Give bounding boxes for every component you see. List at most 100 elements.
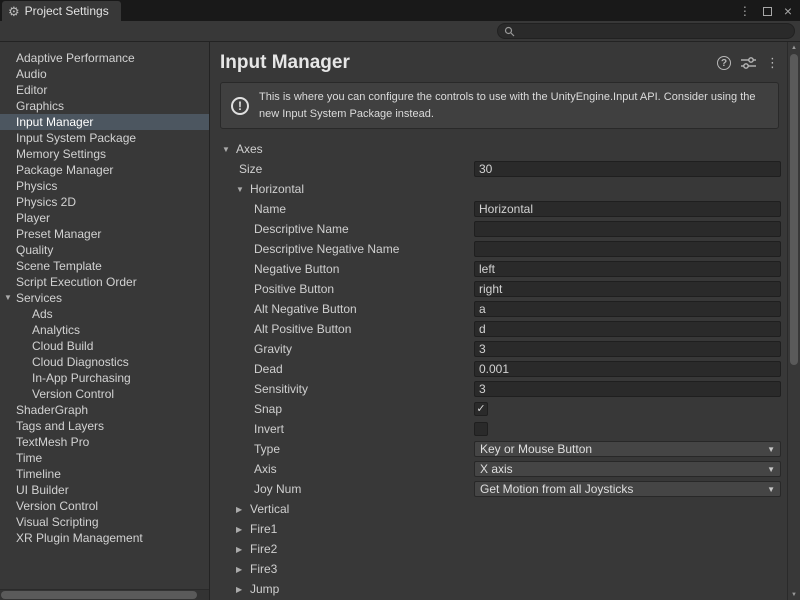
axis-dropdown[interactable]: X axis ▼ [474,461,781,477]
sidebar-item-input-manager[interactable]: Input Manager [0,114,209,130]
foldout-collapsed-icon[interactable]: ▶ [236,585,245,594]
sidebar-item-in-app-purchasing[interactable]: In-App Purchasing [0,370,209,386]
sensitivity-input[interactable] [474,381,781,397]
sidebar-item-input-system-package[interactable]: Input System Package [0,130,209,146]
axes-row[interactable]: ▼ Axes [210,139,787,159]
maximize-icon[interactable] [763,7,772,16]
scrollbar-thumb[interactable] [790,54,798,365]
size-row: Size [210,159,787,179]
toolbar [0,21,800,42]
scroll-down-icon[interactable]: ▼ [788,589,800,600]
sidebar-item-graphics[interactable]: Graphics [0,98,209,114]
alt-negative-button-label: Alt Negative Button [254,302,357,316]
sidebar-item-physics[interactable]: Physics [0,178,209,194]
negative-button-input[interactable] [474,261,781,277]
foldout-collapsed-icon[interactable]: ▶ [236,545,245,554]
descriptive-negative-name-input[interactable] [474,241,781,257]
invert-checkbox[interactable] [474,422,488,436]
sidebar-item-physics-2d[interactable]: Physics 2D [0,194,209,210]
vertical-foldout[interactable]: ▶ Vertical [210,499,787,519]
horizontal-row[interactable]: ▼ Horizontal [210,179,787,199]
snap-checkbox[interactable]: ✓ [474,402,488,416]
search-icon [504,26,515,37]
window-menu-icon[interactable]: ⋮ [739,4,751,18]
dead-input[interactable] [474,361,781,377]
sidebar-item-services[interactable]: ▼ Services [0,290,209,306]
fire2-label: Fire2 [250,542,277,556]
sidebar-item-cloud-diagnostics[interactable]: Cloud Diagnostics [0,354,209,370]
sidebar-item-shadergraph[interactable]: ShaderGraph [0,402,209,418]
gravity-row: Gravity [210,339,787,359]
fire1-foldout[interactable]: ▶ Fire1 [210,519,787,539]
sidebar-item-tags-and-layers[interactable]: Tags and Layers [0,418,209,434]
alt-negative-button-input[interactable] [474,301,781,317]
sidebar-item-timeline[interactable]: Timeline [0,466,209,482]
sidebar-item-audio[interactable]: Audio [0,66,209,82]
page-title: Input Manager [220,52,350,74]
name-input[interactable] [474,201,781,217]
sidebar-horizontal-scrollbar[interactable] [0,589,209,600]
axis-dropdown-value: X axis [480,462,513,476]
foldout-expanded-icon[interactable]: ▼ [222,145,231,154]
sidebar-item-xr-plugin-management[interactable]: XR Plugin Management [0,530,209,546]
scroll-up-icon[interactable]: ▲ [788,42,800,53]
joy-num-dropdown[interactable]: Get Motion from all Joysticks ▼ [474,481,781,497]
sidebar-item-script-execution-order[interactable]: Script Execution Order [0,274,209,290]
sidebar-item-quality[interactable]: Quality [0,242,209,258]
type-label: Type [254,442,280,456]
vertical-label: Vertical [250,502,289,516]
sidebar-item-analytics[interactable]: Analytics [0,322,209,338]
foldout-expanded-icon[interactable]: ▼ [4,290,16,306]
scrollbar-thumb[interactable] [1,591,197,599]
joy-num-label: Joy Num [254,482,301,496]
fire2-foldout[interactable]: ▶ Fire2 [210,539,787,559]
gravity-input[interactable] [474,341,781,357]
joy-num-row: Joy Num Get Motion from all Joysticks ▼ [210,479,787,499]
alt-positive-button-input[interactable] [474,321,781,337]
sidebar-item-cloud-build[interactable]: Cloud Build [0,338,209,354]
sidebar-item-scene-template[interactable]: Scene Template [0,258,209,274]
foldout-collapsed-icon[interactable]: ▶ [236,505,245,514]
positive-button-label: Positive Button [254,282,334,296]
snap-row: Snap ✓ [210,399,787,419]
descriptive-name-input[interactable] [474,221,781,237]
sidebar-item-ui-builder[interactable]: UI Builder [0,482,209,498]
settings-sidebar: Adaptive Performance Audio Editor Graphi… [0,42,210,600]
sidebar-item-version-control-service[interactable]: Version Control [0,386,209,402]
sidebar-item-adaptive-performance[interactable]: Adaptive Performance [0,50,209,66]
tab-project-settings[interactable]: ⚙ Project Settings [2,1,121,21]
type-dropdown[interactable]: Key or Mouse Button ▼ [474,441,781,457]
sidebar-item-version-control[interactable]: Version Control [0,498,209,514]
descriptive-name-label: Descriptive Name [254,222,349,236]
preset-icon[interactable] [741,57,756,69]
panel-menu-icon[interactable]: ⋮ [766,55,779,71]
sidebar-item-ads[interactable]: Ads [0,306,209,322]
search-input[interactable] [519,25,788,37]
jump-foldout[interactable]: ▶ Jump [210,579,787,599]
close-icon[interactable]: × [784,4,792,18]
foldout-expanded-icon[interactable]: ▼ [236,185,245,194]
sidebar-item-preset-manager[interactable]: Preset Manager [0,226,209,242]
positive-button-input[interactable] [474,281,781,297]
foldout-collapsed-icon[interactable]: ▶ [236,525,245,534]
sidebar-item-package-manager[interactable]: Package Manager [0,162,209,178]
vertical-scrollbar[interactable]: ▲ ▼ [787,42,800,600]
fire3-foldout[interactable]: ▶ Fire3 [210,559,787,579]
sidebar-item-player[interactable]: Player [0,210,209,226]
sidebar-item-time[interactable]: Time [0,450,209,466]
info-icon: ! [231,97,249,115]
foldout-collapsed-icon[interactable]: ▶ [236,565,245,574]
help-icon[interactable]: ? [717,56,731,70]
scrollbar-track[interactable] [788,53,800,589]
size-input[interactable] [474,161,781,177]
sidebar-item-visual-scripting[interactable]: Visual Scripting [0,514,209,530]
negative-button-row: Negative Button [210,259,787,279]
search-box[interactable] [497,23,795,39]
sidebar-item-editor[interactable]: Editor [0,82,209,98]
sensitivity-row: Sensitivity [210,379,787,399]
gear-icon: ⚙ [8,5,20,18]
chevron-down-icon: ▼ [767,465,775,474]
negative-button-label: Negative Button [254,262,339,276]
sidebar-item-textmesh-pro[interactable]: TextMesh Pro [0,434,209,450]
sidebar-item-memory-settings[interactable]: Memory Settings [0,146,209,162]
